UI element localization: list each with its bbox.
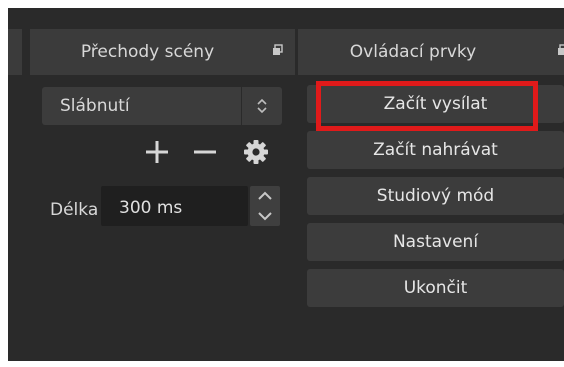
transition-select-value: Slábnutí: [60, 96, 130, 116]
gear-icon: [243, 139, 269, 165]
start-recording-button[interactable]: Začít nahrávat: [307, 131, 564, 169]
duration-increase-button[interactable]: [250, 186, 280, 206]
dock-title-controls-label: Ovládací prvky: [349, 42, 477, 62]
start-streaming-button[interactable]: Začít vysílat: [307, 85, 564, 123]
remove-transition-button[interactable]: [188, 135, 222, 169]
float-icon[interactable]: [272, 44, 283, 56]
chevron-down-icon: [257, 211, 273, 221]
duration-input[interactable]: 300 ms: [101, 186, 248, 226]
duration-decrease-button[interactable]: [250, 206, 280, 226]
duration-stepper: [250, 186, 280, 226]
duration-label: Délka: [50, 200, 99, 220]
dock-title-controls[interactable]: Ovládací prvky: [298, 29, 564, 75]
dock-title-stub: [8, 29, 22, 75]
studio-mode-button[interactable]: Studiový mód: [307, 177, 564, 215]
transition-properties-button[interactable]: [239, 135, 273, 169]
transition-select[interactable]: Slábnutí: [42, 87, 282, 125]
minus-icon: [192, 139, 218, 165]
dock-title-transitions-label: Přechody scény: [80, 42, 215, 62]
float-icon[interactable]: [557, 44, 564, 56]
duration-value: 300 ms: [119, 198, 183, 218]
screenshot-root: Přechody scény Ovládací prvky Slábnutí D…: [0, 0, 564, 367]
chevron-up-icon: [257, 191, 273, 201]
plus-icon: [144, 139, 170, 165]
settings-button[interactable]: Nastavení: [307, 223, 564, 261]
dock-title-transitions[interactable]: Přechody scény: [30, 29, 295, 75]
updown-arrows-icon: [241, 87, 282, 125]
exit-button[interactable]: Ukončit: [307, 269, 564, 307]
add-transition-button[interactable]: [140, 135, 174, 169]
